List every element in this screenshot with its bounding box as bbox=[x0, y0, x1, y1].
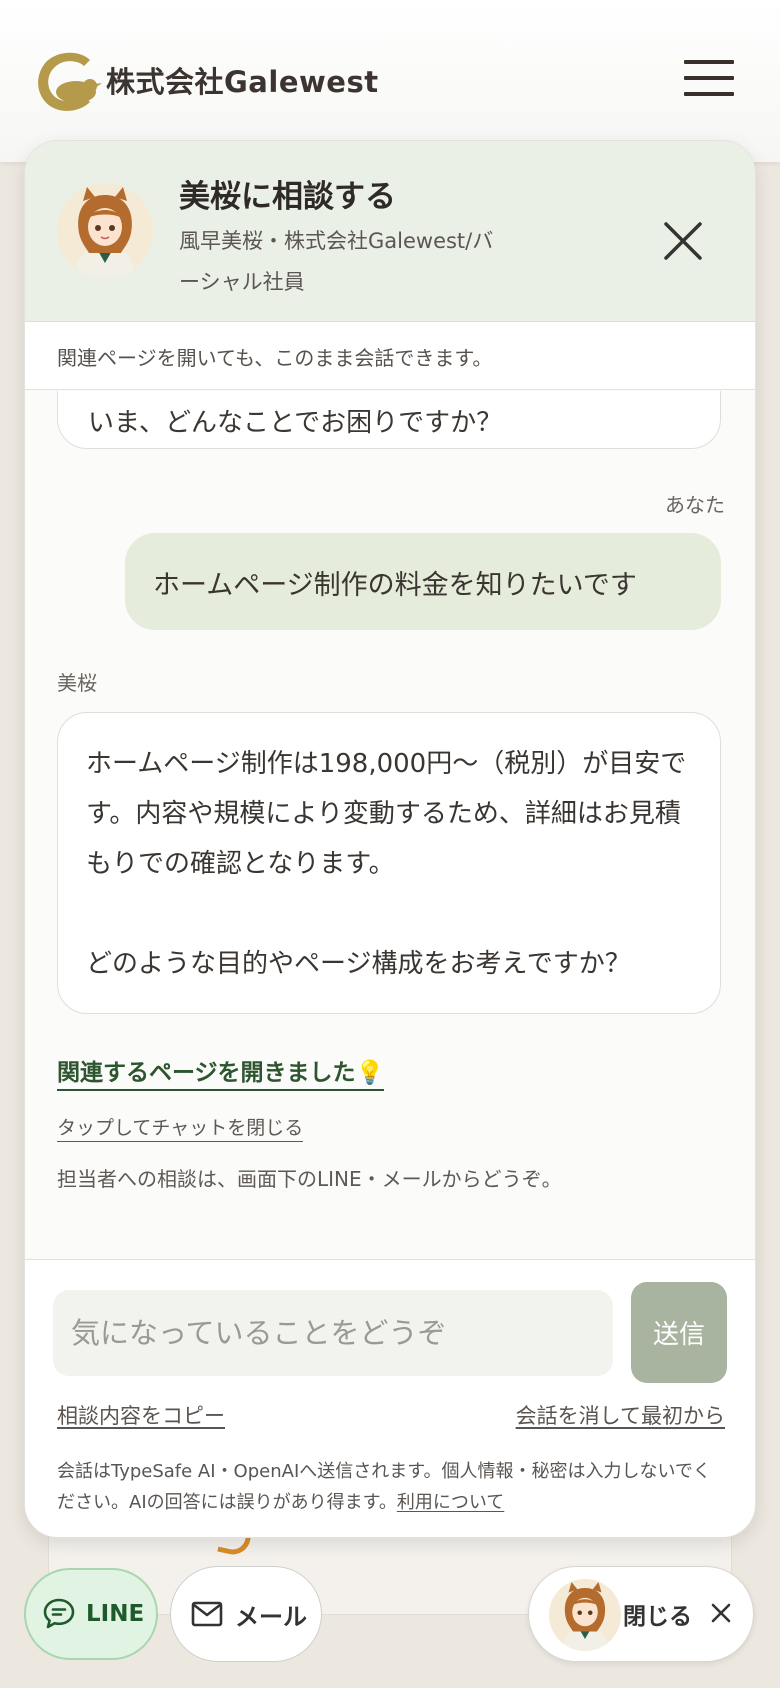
assistant-avatar bbox=[57, 183, 153, 279]
contact-note: 担当者への相談は、画面下のLINE・メールからどうぞ。 bbox=[57, 1167, 562, 1191]
user-message: ホームページ制作の料金を知りたいです bbox=[125, 533, 721, 630]
message-input[interactable] bbox=[53, 1290, 613, 1376]
logo-icon bbox=[38, 52, 102, 111]
mail-icon bbox=[191, 1601, 223, 1627]
terms-link[interactable]: 利用について bbox=[397, 1492, 504, 1513]
assistant-avatar-icon bbox=[57, 183, 153, 279]
chat-panel: 美桜に相談する 風早美桜・株式会社Galewest/バーシャル社員 関連ページを… bbox=[24, 140, 756, 1538]
chat-bubble-icon bbox=[43, 1598, 75, 1629]
disclaimer-text: 会話はTypeSafe AI・OpenAIへ送信されます。個人情報・秘密は入力し… bbox=[57, 1461, 711, 1513]
line-button[interactable]: LINE bbox=[24, 1568, 158, 1660]
line-button-label: LINE bbox=[86, 1601, 145, 1627]
copy-conversation-link[interactable]: 相談内容をコピー bbox=[57, 1400, 225, 1430]
assistant-avatar-icon bbox=[549, 1579, 621, 1651]
close-chat-button[interactable]: 閉じる bbox=[528, 1566, 754, 1662]
close-icon[interactable] bbox=[661, 219, 705, 263]
assistant-message: いま、どんなことでお困りですか？ bbox=[57, 391, 721, 449]
hamburger-icon[interactable] bbox=[684, 58, 734, 98]
assistant-message-text: いま、どんなことでお困りですか？ bbox=[88, 408, 503, 438]
chat-header: 美桜に相談する 風早美桜・株式会社Galewest/バーシャル社員 bbox=[25, 141, 755, 322]
message-list[interactable]: いま、どんなことでお困りですか？ あなた ホームページ制作の料金を知りたいです … bbox=[25, 391, 755, 1259]
assistant-label: 美桜 bbox=[57, 671, 97, 695]
disclaimer: 会話はTypeSafe AI・OpenAIへ送信されます。個人情報・秘密は入力し… bbox=[57, 1456, 727, 1518]
chat-title: 美桜に相談する bbox=[179, 179, 396, 215]
assistant-message: ホームページ制作は198,000円〜（税別）が目安です。内容や規模により変動する… bbox=[57, 712, 721, 1014]
close-icon bbox=[711, 1603, 731, 1623]
message-composer: 送信 相談内容をコピー 会話を消して最初から 会話はTypeSafe AI・Op… bbox=[25, 1259, 755, 1537]
mail-button-label: メール bbox=[235, 1602, 307, 1631]
company-name: 株式会社Galewest bbox=[106, 65, 379, 99]
send-button[interactable]: 送信 bbox=[631, 1282, 727, 1383]
chat-subtitle: 風早美桜・株式会社Galewest/バーシャル社員 bbox=[179, 229, 494, 294]
assistant-avatar bbox=[549, 1579, 621, 1651]
mail-button[interactable]: メール bbox=[170, 1566, 322, 1662]
tap-close-link[interactable]: タップしてチャットを閉じる bbox=[57, 1113, 304, 1142]
assistant-message-text: ホームページ制作は198,000円〜（税別）が目安です。内容や規模により変動する… bbox=[86, 749, 687, 979]
related-page-link[interactable]: 関連するページを開きました💡 bbox=[57, 1053, 385, 1091]
close-chat-label: 閉じる bbox=[623, 1604, 692, 1630]
chat-notice: 関連ページを開いても、このまま会話できます。 bbox=[25, 322, 755, 390]
reset-conversation-link[interactable]: 会話を消して最初から bbox=[516, 1400, 725, 1430]
company-logo[interactable]: 株式会社Galewest bbox=[32, 46, 379, 114]
user-label: あなた bbox=[665, 493, 725, 517]
site-header: 株式会社Galewest bbox=[0, 0, 780, 162]
